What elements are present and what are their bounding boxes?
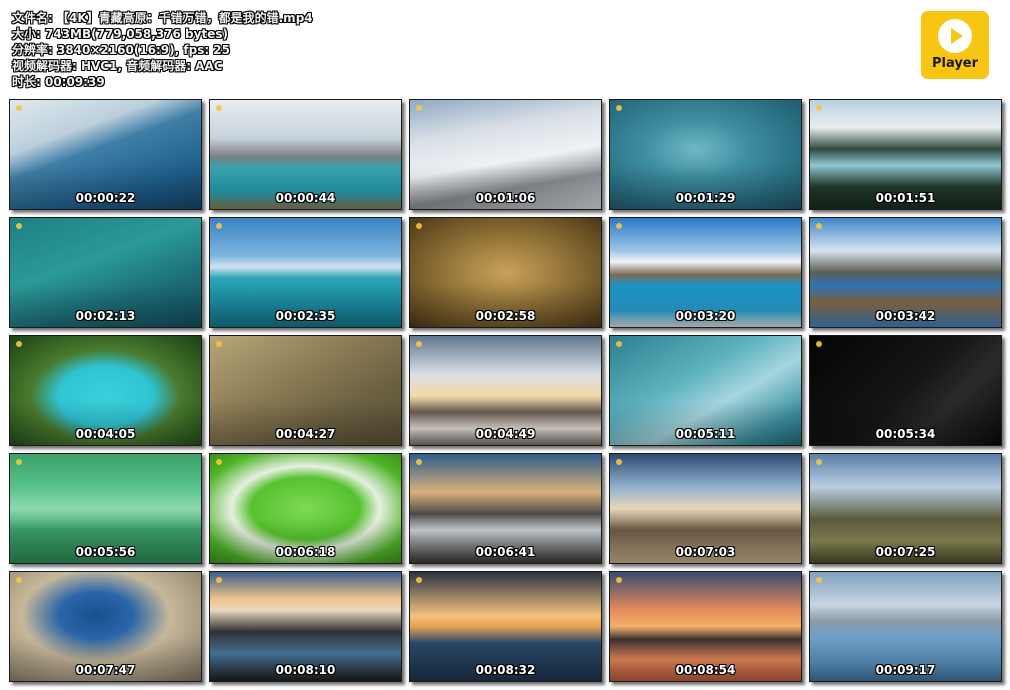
video-thumbnail[interactable]: 00:03:20 [609,217,802,328]
watermark-icon [216,223,222,229]
thumbnail-timestamp: 00:07:47 [75,663,136,677]
thumbnail-timestamp: 00:00:44 [275,191,336,205]
watermark-icon [416,105,422,111]
video-thumbnail[interactable]: 00:05:56 [9,453,202,564]
thumbnail-timestamp: 00:04:05 [75,427,136,441]
watermark-icon [216,577,222,583]
video-thumbnail[interactable]: 00:03:42 [809,217,1002,328]
video-thumbnail[interactable]: 00:04:49 [409,335,602,446]
watermark-icon [616,341,622,347]
watermark-icon [216,459,222,465]
video-thumbnail[interactable]: 00:00:22 [9,99,202,210]
thumbnail-timestamp: 00:05:11 [675,427,736,441]
watermark-icon [416,577,422,583]
watermark-icon [616,105,622,111]
video-thumbnail[interactable]: 00:07:47 [9,571,202,682]
video-thumbnail[interactable]: 00:07:25 [809,453,1002,564]
thumbnail-timestamp: 00:07:03 [675,545,736,559]
video-thumbnail[interactable]: 00:08:10 [209,571,402,682]
watermark-icon [16,341,22,347]
thumbnail-timestamp: 00:02:13 [75,309,136,323]
watermark-icon [816,223,822,229]
video-thumbnail[interactable]: 00:08:32 [409,571,602,682]
thumbnail-timestamp: 00:04:27 [275,427,336,441]
file-info-panel: 文件名: 【4K】青藏高原：千错万错，都是我的错.mp4 大小: 743MB(7… [12,10,313,90]
codec-info: 视频解码器: HVC1, 音频解码器: AAC [12,59,223,73]
watermark-icon [416,459,422,465]
thumbnail-timestamp: 00:08:54 [675,663,736,677]
video-thumbnail[interactable]: 00:06:18 [209,453,402,564]
player-logo-label: Player [931,56,979,71]
video-thumbnail[interactable]: 00:02:58 [409,217,602,328]
video-thumbnail[interactable]: 00:09:17 [809,571,1002,682]
thumbnail-timestamp: 00:06:41 [475,545,536,559]
watermark-icon [816,577,822,583]
watermark-icon [816,341,822,347]
thumbnail-timestamp: 00:05:56 [75,545,136,559]
video-thumbnail[interactable]: 00:04:27 [209,335,402,446]
thumbnail-timestamp: 00:05:34 [875,427,936,441]
watermark-icon [16,223,22,229]
watermark-icon [816,105,822,111]
watermark-icon [416,341,422,347]
video-thumbnail[interactable]: 00:05:34 [809,335,1002,446]
video-thumbnail[interactable]: 00:08:54 [609,571,802,682]
watermark-icon [416,223,422,229]
thumbnail-timestamp: 00:03:42 [875,309,936,323]
video-thumbnail[interactable]: 00:01:29 [609,99,802,210]
thumbnail-timestamp: 00:08:32 [475,663,536,677]
thumbnail-timestamp: 00:01:51 [875,191,936,205]
play-icon [938,19,972,53]
watermark-icon [616,459,622,465]
thumbnail-timestamp: 00:03:20 [675,309,736,323]
video-thumbnail[interactable]: 00:00:44 [209,99,402,210]
watermark-icon [16,577,22,583]
video-thumbnail[interactable]: 00:07:03 [609,453,802,564]
watermark-icon [816,459,822,465]
file-size: 大小: 743MB(779,058,376 bytes) [12,27,228,41]
thumbnail-timestamp: 00:04:49 [475,427,536,441]
thumbnail-timestamp: 00:07:25 [875,545,936,559]
thumbnail-timestamp: 00:02:35 [275,309,336,323]
player-logo: Player [921,11,989,79]
watermark-icon [616,577,622,583]
thumbnail-timestamp: 00:02:58 [475,309,536,323]
thumbnail-timestamp: 00:06:18 [275,545,336,559]
video-thumbnail[interactable]: 00:04:05 [9,335,202,446]
thumbnail-timestamp: 00:08:10 [275,663,336,677]
file-name: 文件名: 【4K】青藏高原：千错万错，都是我的错.mp4 [12,11,313,25]
watermark-icon [16,105,22,111]
watermark-icon [16,459,22,465]
watermark-icon [216,341,222,347]
thumbnail-timestamp: 00:00:22 [75,191,136,205]
video-thumbnail[interactable]: 00:01:51 [809,99,1002,210]
video-thumbnail[interactable]: 00:02:35 [209,217,402,328]
video-thumbnail[interactable]: 00:02:13 [9,217,202,328]
thumbnail-timestamp: 00:01:29 [675,191,736,205]
video-resolution: 分辨率: 3840×2160(16:9), fps: 25 [12,43,231,57]
watermark-icon [216,105,222,111]
video-thumbnail[interactable]: 00:06:41 [409,453,602,564]
video-duration: 时长: 00:09:39 [12,75,105,89]
video-thumbnail[interactable]: 00:05:11 [609,335,802,446]
thumbnail-timestamp: 00:09:17 [875,663,936,677]
thumbnail-timestamp: 00:01:06 [475,191,536,205]
watermark-icon [616,223,622,229]
video-thumbnail[interactable]: 00:01:06 [409,99,602,210]
